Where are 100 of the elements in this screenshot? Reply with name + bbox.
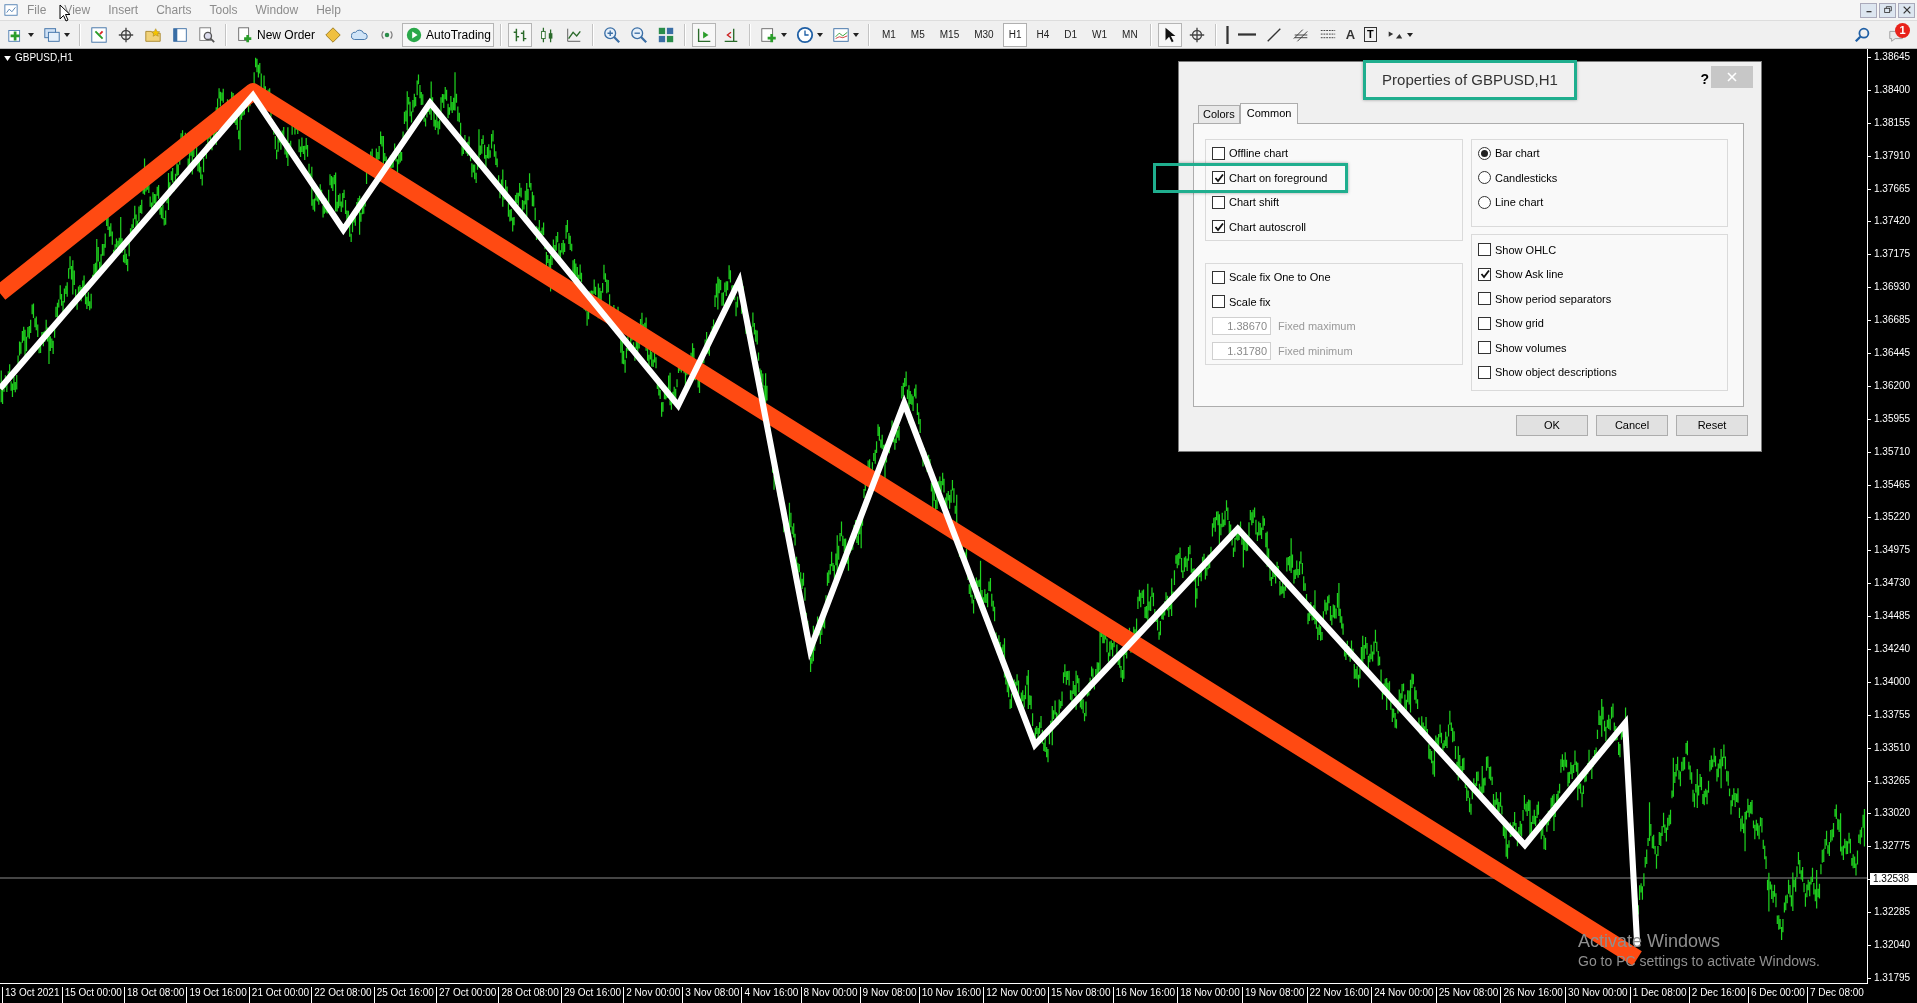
time-label: 18 Nov 00:00 [1177,987,1240,1003]
close-icon [1727,72,1737,82]
time-label: 13 Oct 2021 [2,987,60,1003]
price-label: 1.32775 [1868,840,1917,853]
checkbox[interactable] [1478,292,1491,306]
bar-chart-button[interactable] [507,22,532,47]
close-button[interactable] [1898,2,1915,18]
checkbox-label: Show volumes [1495,340,1567,356]
time-label: 25 Oct 16:00 [373,987,434,1003]
text-label-button[interactable]: T [1361,22,1380,47]
time-label: 12 Nov 00:00 [983,987,1046,1003]
checkbox[interactable] [1212,270,1225,284]
time-label: 24 Nov 00:00 [1371,987,1434,1003]
price-label: 1.37910 [1868,149,1917,162]
clock-icon [795,25,814,44]
timeframe-button[interactable]: D1 [1058,22,1084,47]
restore-button[interactable] [1879,2,1896,18]
autoscroll-button[interactable] [691,22,716,47]
price-label: 1.33510 [1868,741,1917,754]
price-label: 1.33020 [1868,807,1917,820]
timeframe-button[interactable]: MN [1116,22,1144,47]
dialog-button[interactable]: Cancel [1596,415,1668,436]
app-icon[interactable] [4,3,18,17]
checkbox-label: Chart shift [1229,195,1280,210]
price-label: 1.34975 [1868,544,1917,557]
crosshair-icon [1187,25,1206,44]
timeframe-button[interactable]: M1 [875,22,902,47]
checkbox[interactable] [1212,220,1225,234]
help-button[interactable]: ? [1700,69,1709,90]
price-label: 1.33755 [1868,708,1917,721]
timeframe-button[interactable]: M5 [904,22,931,47]
checkbox-label: Scale fix One to One [1229,270,1331,285]
checkbox[interactable] [1478,365,1491,379]
checkbox-label: Show Ask line [1495,267,1564,282]
checkbox-label: Chart on foreground [1229,170,1328,186]
activation-title: Activate Windows [1578,930,1722,952]
timeframe-button[interactable]: W1 [1086,22,1114,47]
new-order-button[interactable]: New Order [233,22,318,47]
dialog-button[interactable]: Reset [1676,415,1748,436]
dialog-button[interactable]: OK [1516,415,1588,436]
crosshair-icon [117,25,135,44]
document-plus-icon [236,25,254,44]
vertical-line-icon [1225,25,1229,44]
time-label: 3 Nov 08:00 [682,987,740,1003]
time-label: 8 Nov 00:00 [800,987,858,1003]
time-label: 29 Oct 16:00 [560,987,622,1003]
notifications-button[interactable]: 1 [1885,23,1909,46]
checkbox-label: Scale fix [1229,294,1271,310]
checkbox[interactable] [1478,341,1491,355]
timeframe-button[interactable]: H4 [1030,22,1056,47]
timeframe-button[interactable]: H1 [1002,22,1028,47]
checkbox[interactable] [1212,295,1225,309]
price-label: 1.35955 [1868,412,1917,425]
text-tool-button[interactable]: A [1342,22,1358,47]
autotrading-button[interactable]: AutoTrading [402,22,494,47]
radio-button[interactable] [1478,171,1491,185]
time-label: 22 Nov 16:00 [1306,987,1369,1003]
field-label: Fixed maximum [1278,319,1356,334]
price-label: 1.33265 [1868,774,1917,787]
zoom-in-icon [602,25,621,44]
play-icon [405,25,423,44]
timeframe-button[interactable]: M30 [968,22,1000,47]
checkbox[interactable] [1478,316,1491,330]
time-label: 7 Dec 08:00 [1806,987,1864,1003]
dropdown-arrow-icon[interactable] [4,55,11,61]
checkbox[interactable] [1478,243,1491,257]
zoom-out-icon [629,25,648,44]
price-label: 1.34240 [1868,643,1917,656]
price-label: 1.34000 [1868,675,1917,688]
caret-icon [852,32,859,37]
price-label: 1.37665 [1868,182,1917,195]
horizontal-line-icon [1237,33,1256,36]
notification-badge: 1 [1895,22,1910,38]
checkbox[interactable] [1478,267,1491,281]
timeframe-button[interactable]: M15 [933,22,966,47]
radio-button[interactable] [1478,146,1491,160]
time-label: 4 Nov 16:00 [741,987,799,1003]
diamond-icon [324,25,342,44]
radio-button[interactable] [1478,195,1491,209]
checkbox[interactable] [1212,171,1225,185]
checkbox[interactable] [1212,195,1225,209]
time-label: 26 Nov 16:00 [1500,987,1563,1003]
checkbox[interactable] [1212,146,1225,160]
radio-label: Bar chart [1495,146,1540,161]
checkbox-label: Chart autoscroll [1229,219,1307,235]
radio-label: Candlesticks [1495,170,1558,186]
price-label: 1.38400 [1868,83,1917,96]
time-label: 2 Nov 00:00 [623,987,681,1003]
cursor-button[interactable] [1157,22,1182,47]
price-label: 1.34730 [1868,577,1917,590]
time-label: 10 Nov 16:00 [918,987,982,1003]
price-label: 1.34485 [1868,610,1917,623]
chart-title: GBPUSD,H1 [15,52,73,64]
field-label: Fixed minimum [1278,343,1353,359]
time-label: 28 Oct 08:00 [498,987,559,1003]
add-indicator-icon [759,25,778,44]
tab[interactable]: Common [1239,103,1299,124]
price-label: 1.32285 [1868,906,1917,919]
tab[interactable]: Colors [1198,105,1240,123]
time-label: 27 Oct 00:00 [436,987,497,1003]
